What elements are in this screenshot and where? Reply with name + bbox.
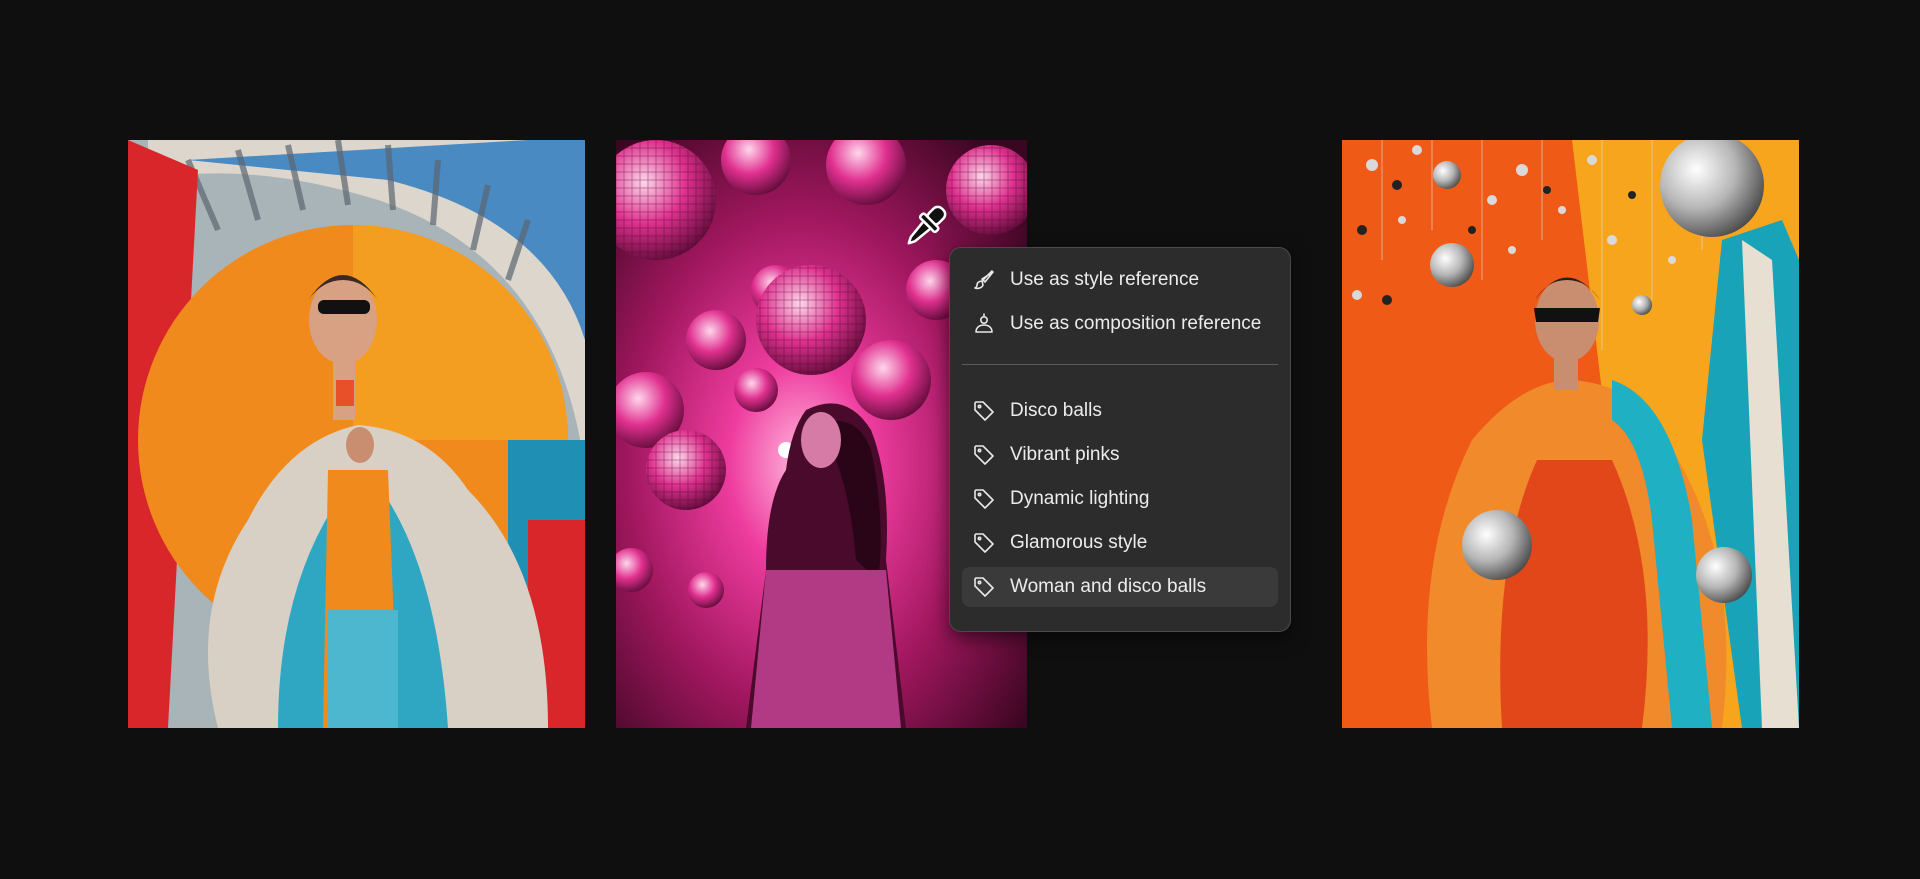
tag-item-dynamic-lighting[interactable]: Dynamic lighting <box>962 479 1278 519</box>
tag-label: Glamorous style <box>1010 532 1148 553</box>
context-menu: Use as style reference Use as compositio… <box>949 247 1291 632</box>
tag-icon <box>972 575 996 599</box>
fashion-photo-orange-coat-artwork <box>128 140 585 728</box>
tag-icon <box>972 487 996 511</box>
menu-divider <box>962 364 1278 365</box>
tag-label: Woman and disco balls <box>1010 576 1207 597</box>
use-as-composition-reference-item[interactable]: Use as composition reference <box>962 304 1278 344</box>
tag-icon <box>972 443 996 467</box>
tag-item-woman-and-disco-balls[interactable]: Woman and disco balls <box>962 567 1278 607</box>
tag-item-disco-balls[interactable]: Disco balls <box>962 391 1278 431</box>
canvas: Use as style reference Use as compositio… <box>0 0 1920 879</box>
tag-label: Dynamic lighting <box>1010 488 1150 509</box>
eyedropper-cursor-icon <box>898 200 952 254</box>
tag-item-vibrant-pinks[interactable]: Vibrant pinks <box>962 435 1278 475</box>
fashion-photo-orange-coat[interactable] <box>128 140 585 728</box>
tag-label: Disco balls <box>1010 400 1102 421</box>
paintbrush-icon <box>972 268 996 292</box>
fashion-photo-disco-balls-artwork <box>1342 140 1799 728</box>
use-as-style-reference-item[interactable]: Use as style reference <box>962 260 1278 300</box>
use-as-composition-reference-label: Use as composition reference <box>1010 313 1262 334</box>
composition-person-icon <box>972 312 996 336</box>
fashion-photo-disco-balls[interactable] <box>1342 140 1799 728</box>
tag-icon <box>972 399 996 423</box>
tag-item-glamorous-style[interactable]: Glamorous style <box>962 523 1278 563</box>
tag-label: Vibrant pinks <box>1010 444 1120 465</box>
tag-icon <box>972 531 996 555</box>
use-as-style-reference-label: Use as style reference <box>1010 269 1200 290</box>
